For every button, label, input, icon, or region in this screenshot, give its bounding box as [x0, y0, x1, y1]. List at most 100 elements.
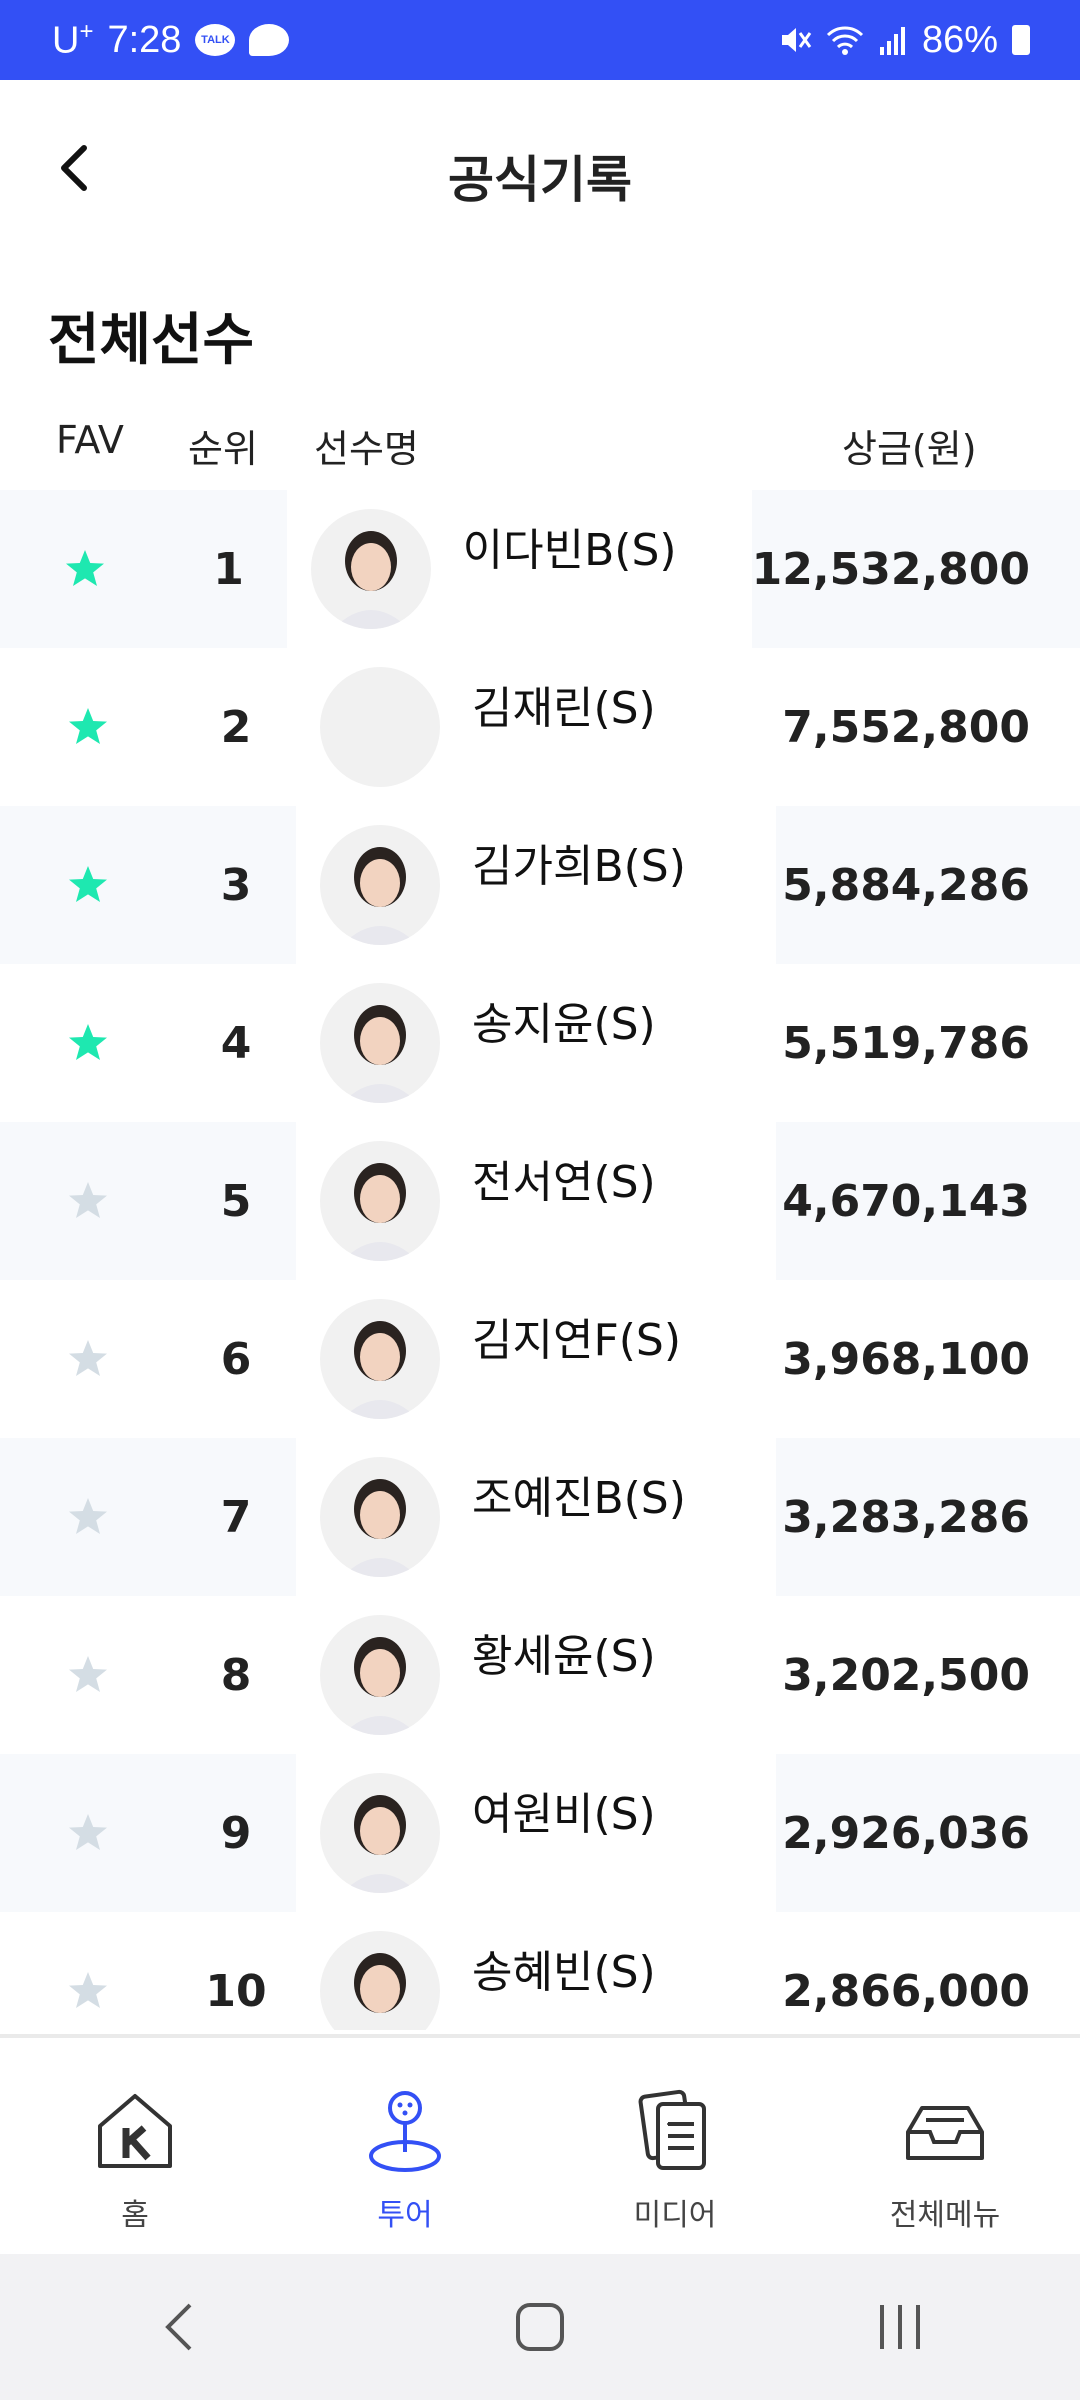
- star-icon: [69, 1340, 107, 1376]
- prize-cell: 2,866,000: [782, 1965, 1030, 2017]
- rank-cell: 7: [176, 1438, 296, 1596]
- player-photo: [342, 1005, 418, 1103]
- favorite-toggle[interactable]: [0, 806, 176, 964]
- table-row[interactable]: 5 전서연(S) 4,670,143: [0, 1122, 1080, 1280]
- system-back-button[interactable]: [140, 2287, 220, 2367]
- favorite-toggle[interactable]: [0, 490, 171, 648]
- system-home-button[interactable]: [500, 2287, 580, 2367]
- table-row[interactable]: 3 김가희B(S) 5,884,286: [0, 806, 1080, 964]
- player-list: 1 이다빈B(S) 12,532,800 2 김재린(S) 7,552,800 3 김가희B(…: [0, 490, 1080, 2030]
- menu-tray-icon: [906, 2106, 984, 2160]
- column-header-player: 선수명: [314, 427, 419, 471]
- player-cell[interactable]: 전서연(S): [300, 1122, 776, 1280]
- bottom-navigation: 홈 투어 미디어 전체메뉴: [0, 2034, 1080, 2258]
- star-icon: [69, 1814, 107, 1850]
- player-name: 송혜빈(S): [472, 1947, 656, 1998]
- player-photo: [342, 1321, 418, 1419]
- table-row[interactable]: 1 이다빈B(S) 12,532,800: [0, 490, 1080, 648]
- star-icon: [69, 708, 107, 744]
- table-row[interactable]: 8 황세윤(S) 3,202,500: [0, 1596, 1080, 1754]
- favorite-toggle[interactable]: [0, 964, 176, 1122]
- star-icon: [66, 550, 105, 586]
- player-name: 전서연(S): [472, 1157, 656, 1208]
- player-name: 김가희B(S): [472, 841, 686, 892]
- player-cell[interactable]: 여원비(S): [300, 1754, 776, 1912]
- system-recents-icon: [880, 2305, 920, 2349]
- favorite-toggle[interactable]: [0, 648, 176, 806]
- favorite-toggle[interactable]: [0, 1122, 176, 1280]
- star-icon: [69, 1972, 107, 2008]
- rank-cell: 1: [170, 490, 287, 648]
- player-cell[interactable]: 송지윤(S): [300, 964, 776, 1122]
- avatar: [320, 825, 440, 945]
- table-row[interactable]: 7 조예진B(S) 3,283,286: [0, 1438, 1080, 1596]
- favorite-toggle[interactable]: [0, 1754, 176, 1912]
- table-row[interactable]: 4 송지윤(S) 5,519,786: [0, 964, 1080, 1122]
- prize-cell: 3,968,100: [782, 1333, 1030, 1385]
- player-name: 송지윤(S): [472, 999, 656, 1050]
- status-bar: U+ 7:28 TALK 86%: [0, 0, 1080, 80]
- nav-media-label: 미디어: [633, 2198, 717, 2233]
- favorite-toggle[interactable]: [0, 1438, 176, 1596]
- prize-cell: 12,532,800: [751, 490, 1080, 648]
- favorite-toggle[interactable]: [0, 1596, 176, 1754]
- table-row[interactable]: 9 여원비(S) 2,926,036: [0, 1754, 1080, 1912]
- prize-cell: 5,884,286: [776, 806, 1080, 964]
- table-row[interactable]: 6 김지연F(S) 3,968,100: [0, 1280, 1080, 1438]
- player-photo: [342, 1479, 418, 1577]
- player-cell[interactable]: 김지연F(S): [300, 1280, 776, 1438]
- talk-notification-icon: TALK: [195, 24, 236, 56]
- system-navigation-bar: [0, 2254, 1080, 2400]
- rank-cell: 6: [220, 1333, 252, 1385]
- favorite-toggle[interactable]: [0, 1912, 176, 2030]
- avatar: [320, 983, 440, 1103]
- player-cell[interactable]: 황세윤(S): [300, 1596, 776, 1754]
- signal-icon: [879, 27, 905, 55]
- prize-cell: 3,202,500: [782, 1649, 1030, 1701]
- column-header-fav: FAV: [56, 418, 124, 462]
- star-icon: [69, 1656, 107, 1692]
- nav-tour[interactable]: 투어: [270, 2038, 540, 2258]
- player-name: 김재린(S): [472, 683, 656, 734]
- favorite-toggle[interactable]: [0, 1280, 176, 1438]
- prize-cell: 4,670,143: [776, 1122, 1080, 1280]
- column-header-rank: 순위: [188, 427, 258, 471]
- table-row[interactable]: 10 송혜빈(S) 2,866,000: [0, 1912, 1080, 2030]
- rank-cell: 8: [220, 1649, 252, 1701]
- wifi-icon: [826, 26, 863, 55]
- avatar: [320, 1931, 440, 2030]
- player-name: 이다빈B(S): [462, 525, 677, 576]
- avatar: [310, 509, 431, 629]
- prize-cell: 5,519,786: [782, 1017, 1030, 1069]
- rank-cell: 4: [220, 1017, 252, 1069]
- player-photo: [332, 531, 409, 629]
- player-cell[interactable]: 김가희B(S): [300, 806, 776, 964]
- prize-cell: 2,926,036: [776, 1754, 1080, 1912]
- avatar: [320, 1141, 440, 1261]
- battery-percent: 86%: [921, 18, 998, 61]
- table-header: FAV 순위 선수명 상금(원): [0, 410, 1080, 480]
- prize-cell: 7,552,800: [782, 701, 1030, 753]
- battery-icon: [1012, 25, 1030, 55]
- player-photo: [342, 1795, 418, 1893]
- player-name: 조예진B(S): [472, 1473, 686, 1524]
- nav-all-menu[interactable]: 전체메뉴: [810, 2038, 1080, 2258]
- player-cell[interactable]: 김재린(S): [300, 648, 776, 806]
- star-icon: [69, 1498, 107, 1534]
- nav-home-label: 홈: [121, 2198, 149, 2233]
- player-photo: [342, 1163, 418, 1261]
- nav-home[interactable]: 홈: [0, 2038, 270, 2258]
- avatar: [320, 1299, 440, 1419]
- nav-media[interactable]: 미디어: [540, 2038, 810, 2258]
- player-cell[interactable]: 송혜빈(S): [300, 1912, 776, 2030]
- page-title: 공식기록: [448, 151, 632, 209]
- player-cell[interactable]: 이다빈B(S): [290, 490, 752, 648]
- nav-all-menu-label: 전체메뉴: [889, 2198, 1001, 2233]
- star-icon: [69, 1024, 107, 1060]
- system-recents-button[interactable]: [860, 2287, 940, 2367]
- player-cell[interactable]: 조예진B(S): [300, 1438, 776, 1596]
- table-row[interactable]: 2 김재린(S) 7,552,800: [0, 648, 1080, 806]
- rank-cell: 10: [205, 1965, 267, 2017]
- star-icon: [69, 866, 107, 902]
- rank-cell: 3: [176, 806, 296, 964]
